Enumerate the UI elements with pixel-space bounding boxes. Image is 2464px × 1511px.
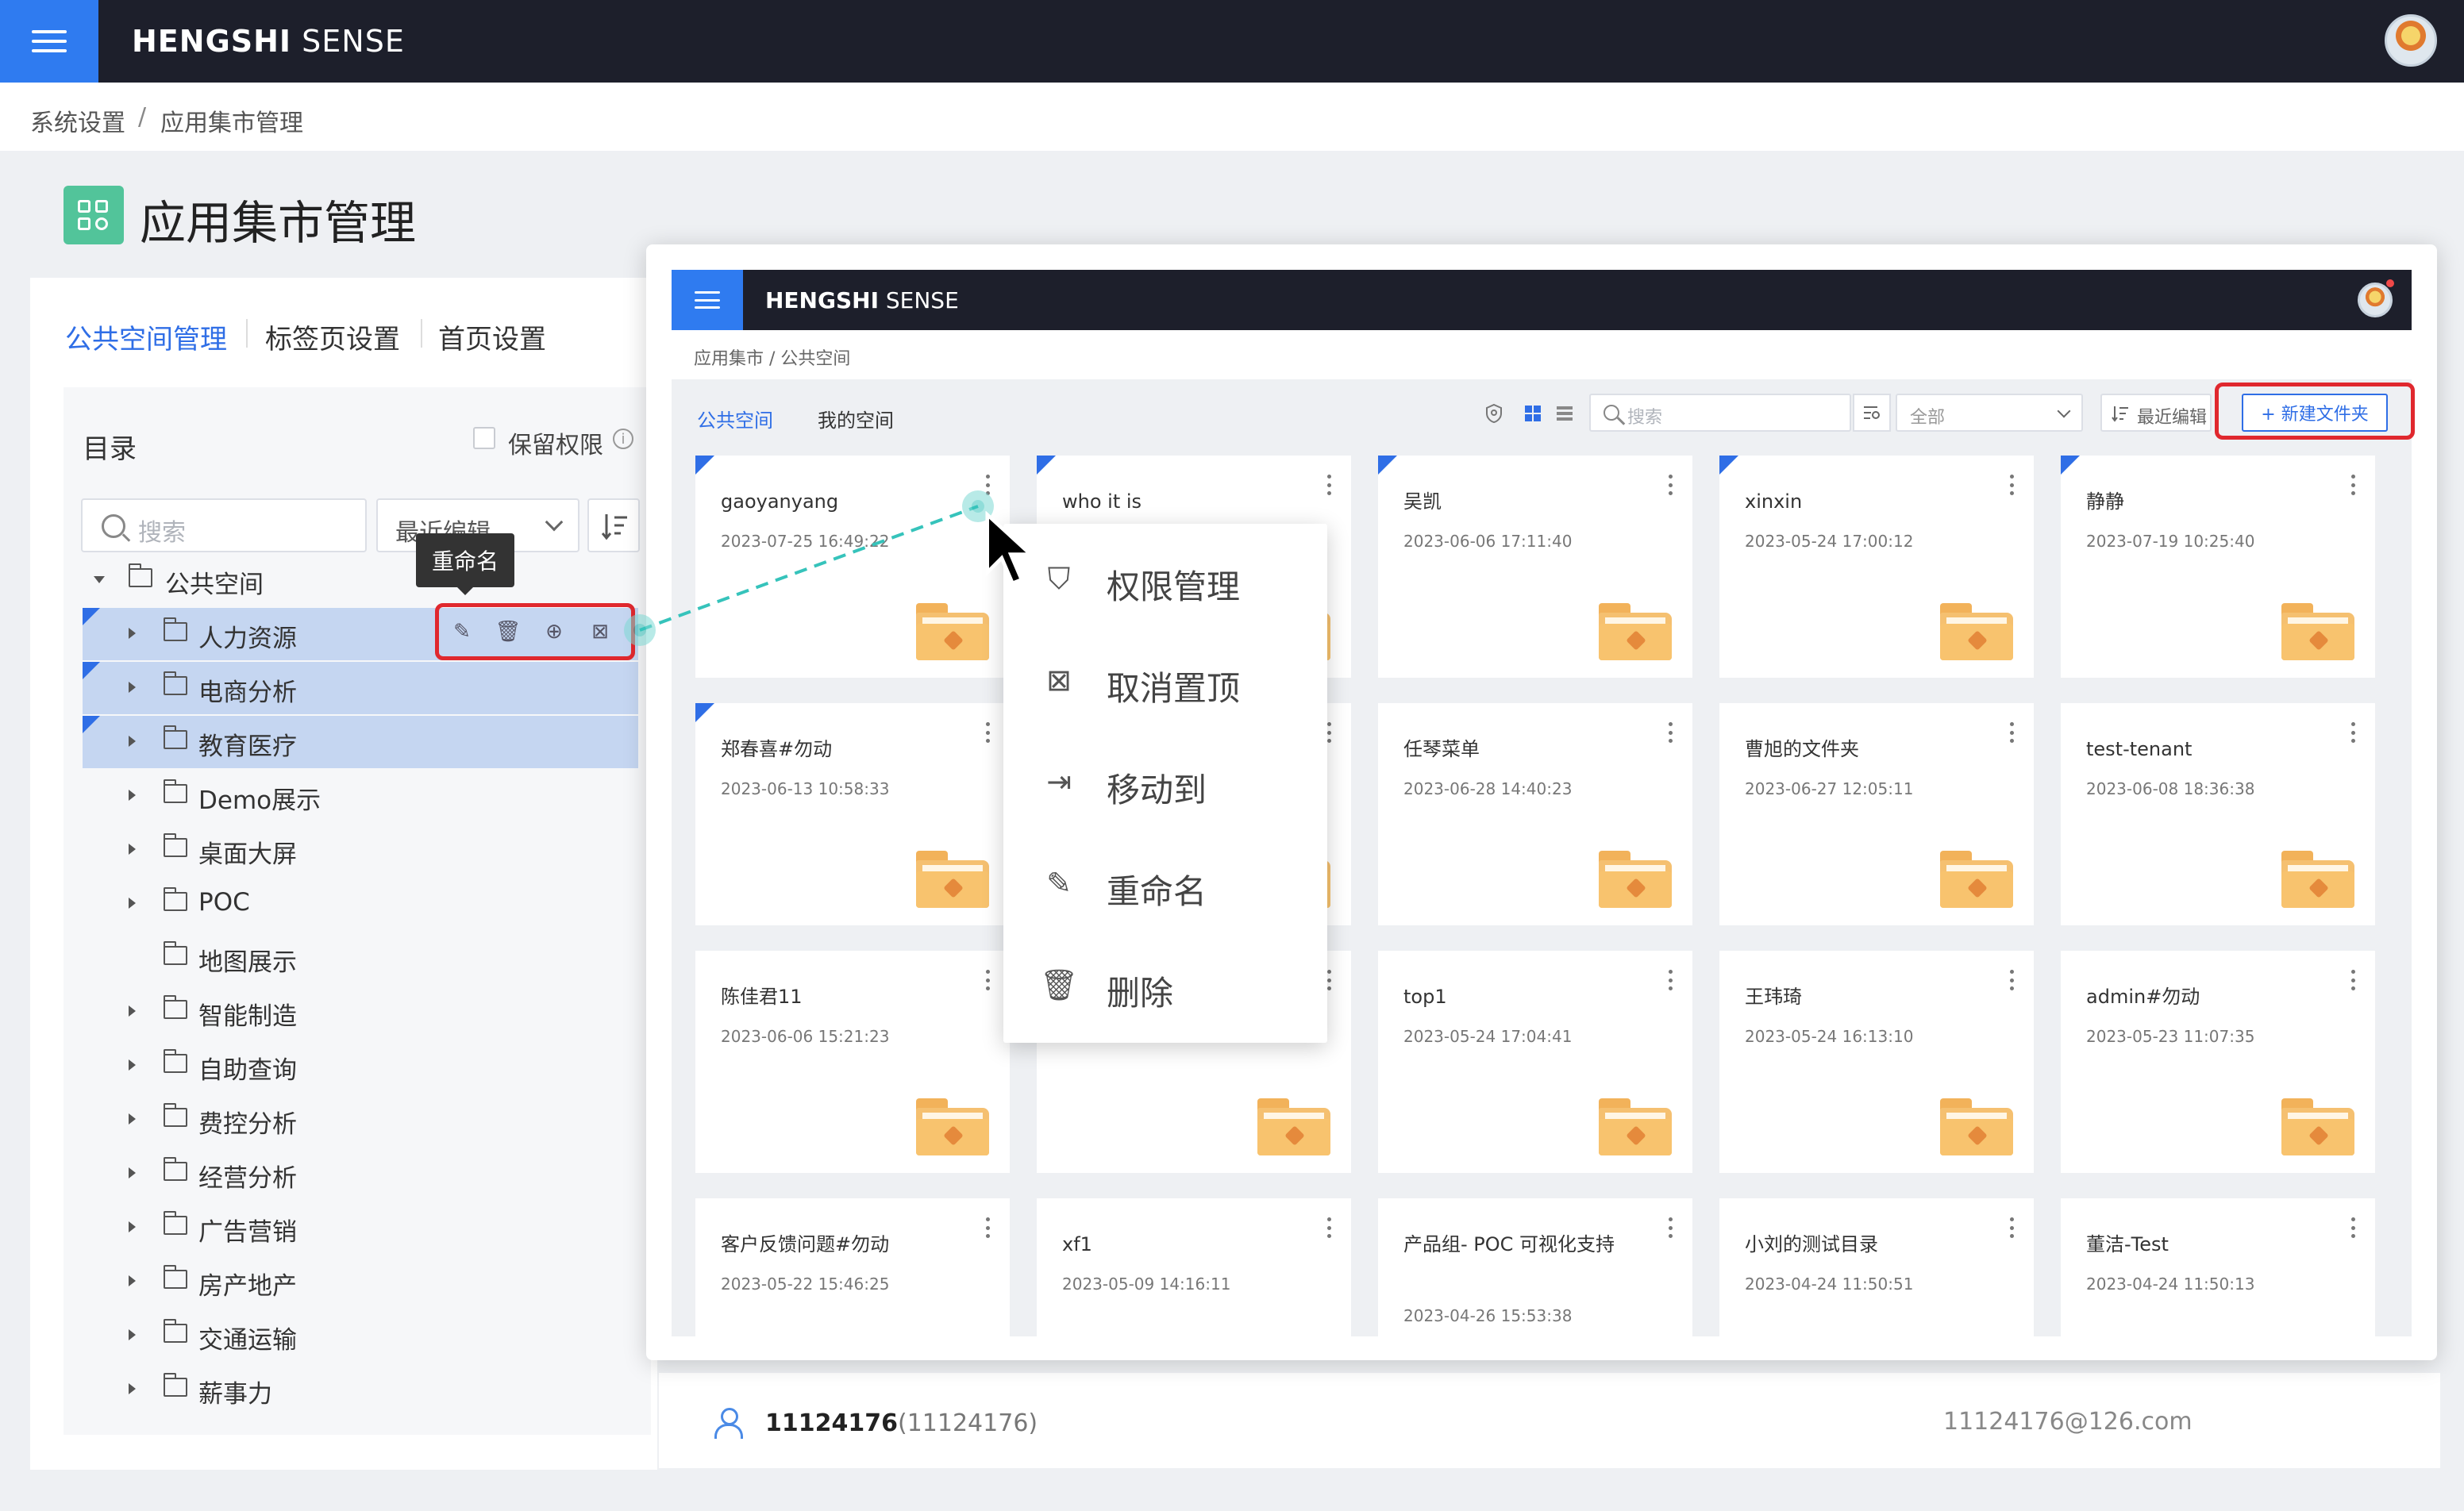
unpin-icon: ⊠ xyxy=(1046,663,1072,698)
connector-dot xyxy=(624,614,656,646)
mouse-cursor-icon xyxy=(985,511,1036,586)
menu-item[interactable]: 🗑 删除 xyxy=(1040,957,1310,1013)
menu-item-label: 重命名 xyxy=(1107,872,1207,911)
menu-item[interactable]: ✎ 重命名 xyxy=(1040,855,1310,911)
menu-item[interactable]: ⛉ 权限管理 xyxy=(1040,551,1310,607)
move-icon: ⇥ xyxy=(1046,764,1072,799)
menu-item[interactable]: ⇥ 移动到 xyxy=(1040,754,1310,809)
menu-item-label: 权限管理 xyxy=(1107,567,1241,606)
menu-item-label: 取消置顶 xyxy=(1107,669,1241,708)
trash-icon: 🗑 xyxy=(1039,967,1079,1002)
context-menu: ⛉ 权限管理 ⊠ 取消置顶 ⇥ 移动到 ✎ 重命名 🗑 删除 xyxy=(1003,524,1327,1043)
menu-item[interactable]: ⊠ 取消置顶 xyxy=(1040,652,1310,708)
menu-item-label: 删除 xyxy=(1107,974,1174,1013)
menu-item-label: 移动到 xyxy=(1107,771,1207,809)
edit-icon: ✎ xyxy=(1046,866,1072,901)
shield-icon: ⛉ xyxy=(1047,560,1071,596)
